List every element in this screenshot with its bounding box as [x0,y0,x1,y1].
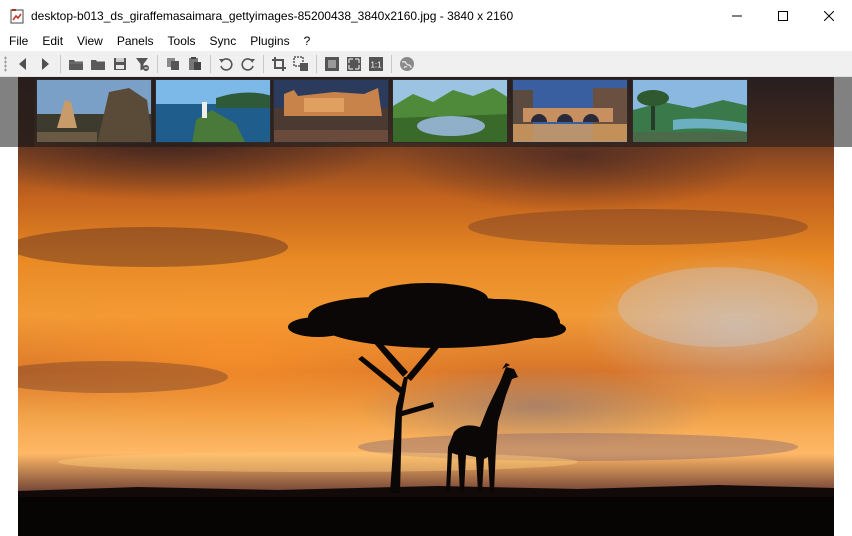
browse-folder-icon [91,59,105,70]
thumbnail-image [156,80,270,142]
browse-button[interactable] [87,53,109,75]
toolbar-separator [263,54,264,73]
image-viewer[interactable] [0,77,852,536]
toolbar: 1:1 [0,51,852,77]
maximize-button[interactable] [760,0,806,31]
copy-icon [167,57,179,70]
thumbnail-4[interactable] [392,79,508,143]
crop-icon [272,56,286,71]
window-title: desktop-b013_ds_giraffemasaimara_gettyim… [31,8,514,23]
thumbnail-6[interactable] [632,79,748,143]
toolbar-separator [316,54,317,73]
close-icon [824,10,834,21]
toolbar-separator [60,54,61,73]
filter-icon [136,57,149,71]
toolbar-separator [391,54,392,73]
crop-button[interactable] [268,53,290,75]
thumbnail-image [37,80,151,142]
title-bar: desktop-b013_ds_giraffemasaimara_gettyim… [0,0,852,31]
actual-size-button[interactable]: 1:1 [365,53,387,75]
filter-button[interactable] [131,53,153,75]
thumbnail-image [274,80,388,142]
giraffe-silhouette [446,363,518,492]
web-button[interactable] [396,53,418,75]
menu-sync[interactable]: Sync [203,31,244,51]
actual-size-icon: 1:1 [369,56,383,71]
menu-help[interactable]: ? [297,31,318,51]
menu-tools[interactable]: Tools [161,31,203,51]
rotate-left-icon [219,57,233,71]
back-button[interactable] [12,53,34,75]
resize-icon [293,55,308,71]
copy-button[interactable] [162,53,184,75]
thumbnail-2[interactable] [155,79,271,143]
save-button[interactable] [109,53,131,75]
paste-icon [189,56,201,70]
menu-edit[interactable]: Edit [35,31,70,51]
resize-button[interactable] [290,53,312,75]
actual-size-label: 1:1 [370,60,382,69]
thumbnail-3[interactable] [273,79,389,143]
forward-arrow-icon [42,57,49,70]
forward-button[interactable] [34,53,56,75]
maximize-icon [778,10,788,21]
menu-bar: File Edit View Panels Tools Sync Plugins… [0,31,852,51]
save-icon [114,57,126,70]
rotate-left-button[interactable] [215,53,237,75]
rotate-right-icon [241,57,255,71]
minimize-icon [732,15,742,16]
window-controls [714,0,852,31]
thumbnail-1[interactable] [36,79,152,143]
menu-file[interactable]: File [2,31,35,51]
open-button[interactable] [65,53,87,75]
back-arrow-icon [19,57,26,70]
thumbnail-image [513,80,627,142]
toolbar-separator [157,54,158,73]
rotate-right-button[interactable] [237,53,259,75]
menu-view[interactable]: View [70,31,110,51]
menu-plugins[interactable]: Plugins [243,31,296,51]
paste-button[interactable] [184,53,206,75]
fit-window-button[interactable] [321,53,343,75]
thumbnail-image [393,80,507,142]
app-icon [9,8,25,24]
fullscreen-button[interactable] [343,53,365,75]
thumbnail-image [633,80,747,142]
fit-window-icon [325,56,339,71]
close-button[interactable] [806,0,852,31]
minimize-button[interactable] [714,0,760,31]
filmstrip-edge [18,77,34,147]
thumbnail-5[interactable] [512,79,628,143]
menu-panels[interactable]: Panels [110,31,161,51]
toolbar-grip[interactable] [4,55,7,72]
fullscreen-icon [347,56,361,71]
toolbar-separator [210,54,211,73]
globe-icon [400,56,414,71]
open-folder-icon [69,59,83,70]
